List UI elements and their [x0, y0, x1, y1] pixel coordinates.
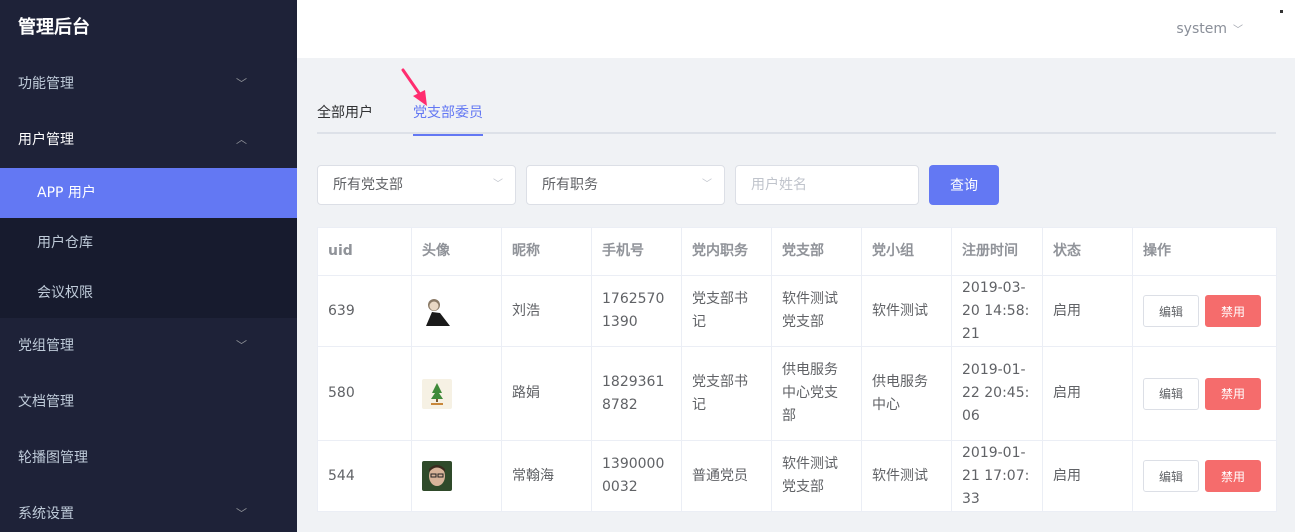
sidebar-item-party-groups[interactable]: 党组管理 ﹀: [0, 318, 297, 374]
username: system: [1176, 21, 1227, 37]
user-name-input[interactable]: [735, 165, 919, 205]
users-table: uid 头像 昵称 手机号 党内职务 党支部 党小组 注册时间 状态 操作 63…: [317, 227, 1277, 512]
sidebar-subitem-meeting-permissions[interactable]: 会议权限: [0, 268, 297, 318]
branch-cell: 供电服务中心党支部: [771, 346, 862, 441]
sidebar-item-label: 功能管理: [18, 76, 74, 92]
phone-cell: 13900000032: [591, 440, 682, 512]
actions-cell: 编辑 禁用: [1132, 275, 1277, 347]
top-header: system ﹀: [297, 0, 1295, 58]
position-cell: 党支部书记: [681, 275, 772, 347]
column-header: 注册时间: [951, 227, 1043, 276]
position-select[interactable]: 所有职务 ﹀: [526, 165, 725, 205]
group-cell: 软件测试: [861, 440, 952, 512]
avatar-face-icon[interactable]: [422, 461, 452, 491]
branch-cell: 软件测试党支部: [771, 275, 862, 347]
sidebar-item-label: 轮播图管理: [18, 450, 88, 466]
status-cell: 启用: [1042, 346, 1133, 441]
group-cell: 软件测试: [861, 275, 952, 347]
position-cell: 普通党员: [681, 440, 772, 512]
uid-cell: 639: [317, 275, 412, 347]
tab-all-users[interactable]: 全部用户: [317, 100, 373, 134]
branch-select-value: 所有党支部: [333, 177, 403, 193]
uid-cell: 544: [317, 440, 412, 512]
user-menu[interactable]: system ﹀: [1176, 0, 1243, 58]
actions-cell: 编辑 禁用: [1132, 346, 1277, 441]
chevron-down-icon: ﹀: [236, 507, 247, 520]
phone-cell: 18293618782: [591, 346, 682, 441]
sidebar-item-label: 党组管理: [18, 338, 74, 354]
ban-button[interactable]: 禁用: [1205, 295, 1261, 327]
sidebar-item-users[interactable]: 用户管理 ︿: [0, 112, 297, 168]
group-cell: 供电服务中心: [861, 346, 952, 441]
column-header: 操作: [1132, 227, 1277, 276]
column-header: 昵称: [501, 227, 592, 276]
position-select-value: 所有职务: [542, 177, 598, 193]
ban-button[interactable]: 禁用: [1205, 460, 1261, 492]
main-content: 全部用户 党支部委员 所有党支部 ﹀ 所有职务 ﹀ 查询 uid 头像 昵称 手…: [297, 58, 1295, 532]
tab-bar: 全部用户 党支部委员: [317, 100, 1276, 136]
sidebar-item-carousel[interactable]: 轮播图管理: [0, 430, 297, 486]
actions-cell: 编辑 禁用: [1132, 440, 1277, 512]
avatar-cell: [411, 346, 502, 441]
avatar-cell: [411, 440, 502, 512]
chevron-up-icon: ︿: [236, 133, 247, 146]
sidebar-item-functions[interactable]: 功能管理 ﹀: [0, 56, 297, 112]
sidebar-item-settings[interactable]: 系统设置 ﹀: [0, 486, 297, 532]
chevron-down-icon: ﹀: [702, 179, 712, 190]
avatar-plant-icon[interactable]: [422, 378, 452, 409]
chevron-down-icon: ﹀: [236, 77, 247, 90]
registered-cell: 2019-01-22 20:45:06: [951, 346, 1043, 441]
edit-button[interactable]: 编辑: [1143, 460, 1199, 492]
table-row: 544 常翰海 13900000032 普通党员 软件测试党支部 软件测试 20…: [317, 440, 1277, 512]
sidebar-item-label: 用户管理: [18, 132, 74, 148]
table-row: 639 刘浩 17625701390 党支部书记 软件测试党支部 软件测试 20…: [317, 275, 1277, 347]
column-header: 党小组: [861, 227, 952, 276]
column-header: 状态: [1042, 227, 1133, 276]
edit-button[interactable]: 编辑: [1143, 377, 1199, 410]
column-header: 手机号: [591, 227, 682, 276]
query-button[interactable]: 查询: [929, 165, 999, 205]
users-submenu: APP 用户 用户仓库 会议权限: [0, 168, 297, 318]
app-title: 管理后台: [18, 17, 90, 38]
sidebar: 管理后台 功能管理 ﹀ 用户管理 ︿ APP 用户 用户仓库 会议权限 党组管理…: [0, 0, 297, 532]
column-header: 头像: [411, 227, 502, 276]
sidebar-item-label: 文档管理: [18, 394, 74, 410]
nickname-cell: 路娟: [501, 346, 592, 441]
nickname-cell: 刘浩: [501, 275, 592, 347]
registered-cell: 2019-01-21 17:07:33: [951, 440, 1043, 512]
status-cell: 启用: [1042, 440, 1133, 512]
column-header: uid: [317, 227, 412, 276]
nickname-cell: 常翰海: [501, 440, 592, 512]
registered-cell: 2019-03-20 14:58:21: [951, 275, 1043, 347]
table-header-row: uid 头像 昵称 手机号 党内职务 党支部 党小组 注册时间 状态 操作: [317, 227, 1277, 276]
branch-select[interactable]: 所有党支部 ﹀: [317, 165, 516, 205]
ban-button[interactable]: 禁用: [1205, 377, 1261, 410]
column-header: 党内职务: [681, 227, 772, 276]
table-row: 580 路娟 18293618782 党支部书记 供电服务中心党支部 供电服务中…: [317, 346, 1277, 441]
chevron-down-icon: ﹀: [1233, 25, 1243, 36]
chevron-down-icon: ﹀: [493, 179, 503, 190]
chevron-down-icon: ﹀: [236, 339, 247, 352]
branch-cell: 软件测试党支部: [771, 440, 862, 512]
tab-branch-committee[interactable]: 党支部委员: [413, 100, 483, 136]
column-header: 党支部: [771, 227, 862, 276]
sidebar-item-documents[interactable]: 文档管理: [0, 374, 297, 430]
corner-dot: [1280, 10, 1283, 13]
avatar-person-icon[interactable]: [422, 296, 452, 326]
uid-cell: 580: [317, 346, 412, 441]
status-cell: 启用: [1042, 275, 1133, 347]
edit-button[interactable]: 编辑: [1143, 295, 1199, 327]
avatar-cell: [411, 275, 502, 347]
sidebar-subitem-app-users[interactable]: APP 用户: [0, 168, 297, 218]
sidebar-subitem-user-warehouse[interactable]: 用户仓库: [0, 218, 297, 268]
sidebar-item-label: 系统设置: [18, 506, 74, 522]
position-cell: 党支部书记: [681, 346, 772, 441]
phone-cell: 17625701390: [591, 275, 682, 347]
